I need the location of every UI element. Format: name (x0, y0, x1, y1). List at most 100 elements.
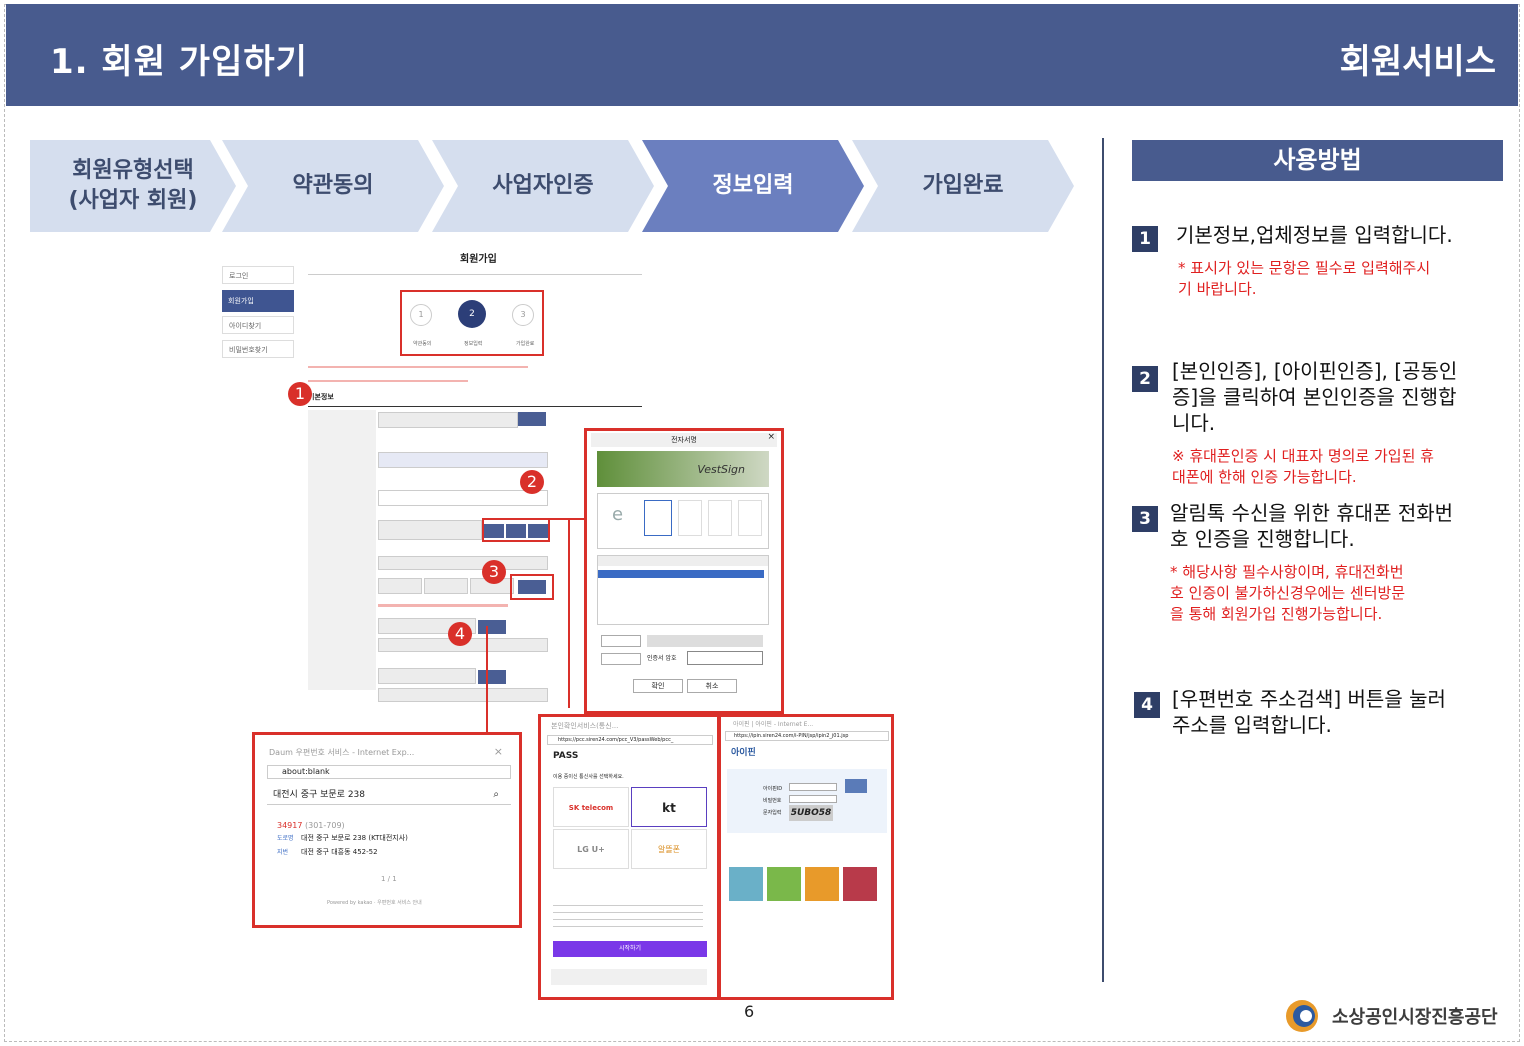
signup-steps: 회원유형선택 (사업자 회원) 약관동의 사업자인증 정보입력 가입완료 (30, 140, 1076, 232)
id-input[interactable] (378, 412, 518, 428)
stepper-circle: 3 (512, 304, 534, 326)
real-zip-search-button[interactable] (478, 670, 506, 684)
real-address-zip-input[interactable] (378, 668, 476, 684)
cancel-button[interactable]: 취소 (687, 679, 737, 693)
ok-button[interactable]: 확인 (633, 679, 683, 693)
usage-heading: 사용방법 (1132, 140, 1503, 181)
carrier-kt[interactable]: kt (631, 787, 707, 827)
representative-birth-input[interactable] (378, 556, 548, 570)
view-cert-button[interactable] (601, 635, 641, 647)
zip-code[interactable]: 34917 (277, 821, 302, 830)
carrier-sk[interactable]: SK telecom (553, 787, 629, 827)
page-number: 6 (744, 1002, 755, 1021)
sidebar-label: 아이디찾기 (229, 322, 262, 330)
carrier-prompt: 이용 중이신 통신사를 선택하세요. (553, 774, 624, 780)
step-badge: 4 (448, 622, 472, 646)
zip-search-button[interactable] (478, 620, 506, 634)
org-logo: 소상공인시장진흥공단 (1284, 998, 1498, 1034)
search-icon[interactable]: ⌕ (493, 789, 499, 800)
carrier-lgu[interactable]: LG U+ (553, 829, 629, 869)
address-bar: https://ipin.siren24.com/i-PIN/jsp/ipin2… (725, 731, 889, 741)
sidebar-item-login[interactable]: 로그인 (222, 266, 294, 284)
popup-title: Daum 우편번호 서비스 - Internet Exp... (269, 748, 415, 757)
stepper-circle-active: 2 (458, 300, 486, 328)
step-badge: 1 (288, 382, 312, 406)
cert-password-input[interactable] (687, 651, 763, 665)
token-icon[interactable] (708, 500, 732, 536)
representative-input[interactable] (378, 520, 482, 540)
old-zip: (301-709) (305, 821, 345, 830)
divider (1102, 138, 1104, 982)
close-icon[interactable]: × (494, 745, 503, 758)
pass-footer (551, 969, 707, 985)
sidebar-item-find-id[interactable]: 아이디찾기 (222, 316, 294, 334)
sidebar-item-signup[interactable]: 회원가입 (222, 290, 294, 312)
pass-brand: PASS (553, 751, 579, 761)
real-address-input[interactable] (378, 688, 548, 702)
phone-input-2[interactable] (424, 578, 468, 594)
cert-table-header (598, 556, 768, 566)
browser-icon[interactable]: e (612, 504, 623, 525)
id-check-button[interactable] (518, 412, 546, 426)
daum-postcode-popup: Daum 우편번호 서비스 - Internet Exp... × about:… (252, 732, 522, 928)
step-terms: 약관동의 (222, 140, 444, 232)
step-badge: 2 (520, 470, 544, 494)
notice-line (308, 366, 528, 368)
pass-popup: 본인확인서비스(통신... https://pcc.siren24.com/pc… (538, 714, 720, 1000)
close-icon[interactable]: × (767, 432, 775, 442)
phone-input-1[interactable] (378, 578, 422, 594)
search-input[interactable]: 대전시 중구 보문로 238 (267, 785, 511, 805)
stepper-circle: 1 (410, 304, 432, 326)
ipin-menu-icon[interactable] (729, 867, 763, 901)
ipin-id-label: 아이핀ID (763, 786, 783, 792)
step-label: 정보입력 (712, 173, 794, 198)
phone-verify-highlight (510, 574, 554, 600)
password-input[interactable] (378, 452, 548, 468)
vestsign-title: 전자서명 (591, 433, 777, 447)
road-address[interactable]: 대전 중구 보문로 238 (KT대전지사) (301, 833, 408, 843)
cert-table[interactable] (597, 555, 769, 625)
removable-disk-icon[interactable] (678, 500, 702, 536)
road-tag: 도로명 (277, 835, 294, 842)
password-confirm-input[interactable] (378, 490, 548, 506)
guide-text: [우편번호 주소검색] 버튼을 눌러 주소를 입력합니다. (1172, 687, 1446, 737)
phone-icon[interactable] (738, 500, 762, 536)
popup-title: 아이핀 | 아이핀 - Internet E... (733, 721, 814, 728)
label-column (308, 410, 376, 690)
phone-notice (378, 604, 508, 607)
captcha-label: 문자입력 (763, 810, 782, 816)
org-name: 소상공인시장진흥공단 (1332, 1007, 1498, 1028)
address-bar: https://pcc.siren24.com/pcc_V3/passWeb/p… (547, 735, 713, 745)
ipin-brand: 아이핀 (731, 748, 756, 758)
lock-icon[interactable] (843, 867, 877, 901)
cert-row-selected[interactable] (598, 570, 764, 578)
page-indicator: 1 / 1 (381, 875, 397, 883)
carrier-mvno[interactable]: 알뜰폰 (631, 829, 707, 869)
start-button[interactable]: 시작하기 (553, 941, 707, 957)
agreement-checkboxes[interactable] (553, 899, 703, 929)
sidebar-label: 로그인 (229, 272, 249, 280)
ipin-confirm-button[interactable] (845, 779, 867, 793)
connector-line (486, 626, 488, 732)
jibun-address[interactable]: 대전 중구 대흥동 452-52 (301, 847, 378, 857)
jibun-tag: 지번 (277, 849, 289, 856)
search-icon[interactable] (767, 867, 801, 901)
sidebar-item-find-password[interactable]: 비밀번호찾기 (222, 340, 294, 358)
vestsign-brand: VestSign (697, 463, 745, 476)
harddisk-icon[interactable] (644, 500, 672, 536)
ipin-login-box: 아이핀ID 비밀번호 문자입력 5UBO58 (727, 769, 887, 833)
gear-icon[interactable] (805, 867, 839, 901)
cert-location-list[interactable]: e (597, 493, 769, 549)
ipin-pw-label: 비밀번호 (763, 798, 782, 804)
step-label: 가입완료 (922, 173, 1004, 198)
step-badge: 3 (482, 560, 506, 584)
guide-number: 3 (1132, 506, 1158, 532)
guide-note: * 표시가 있는 문항은 필수로 입력해주시 기 바랍니다. (1178, 259, 1431, 298)
ipin-id-input[interactable] (789, 783, 837, 791)
ipin-pw-input[interactable] (789, 795, 837, 803)
page-title: 1. 회원 가입하기 (50, 42, 308, 82)
stepper-label: 가입완료 (516, 341, 535, 347)
step-business-auth: 사업자인증 (432, 140, 654, 232)
notice-line (308, 380, 468, 382)
delete-cert-button[interactable] (601, 653, 641, 665)
